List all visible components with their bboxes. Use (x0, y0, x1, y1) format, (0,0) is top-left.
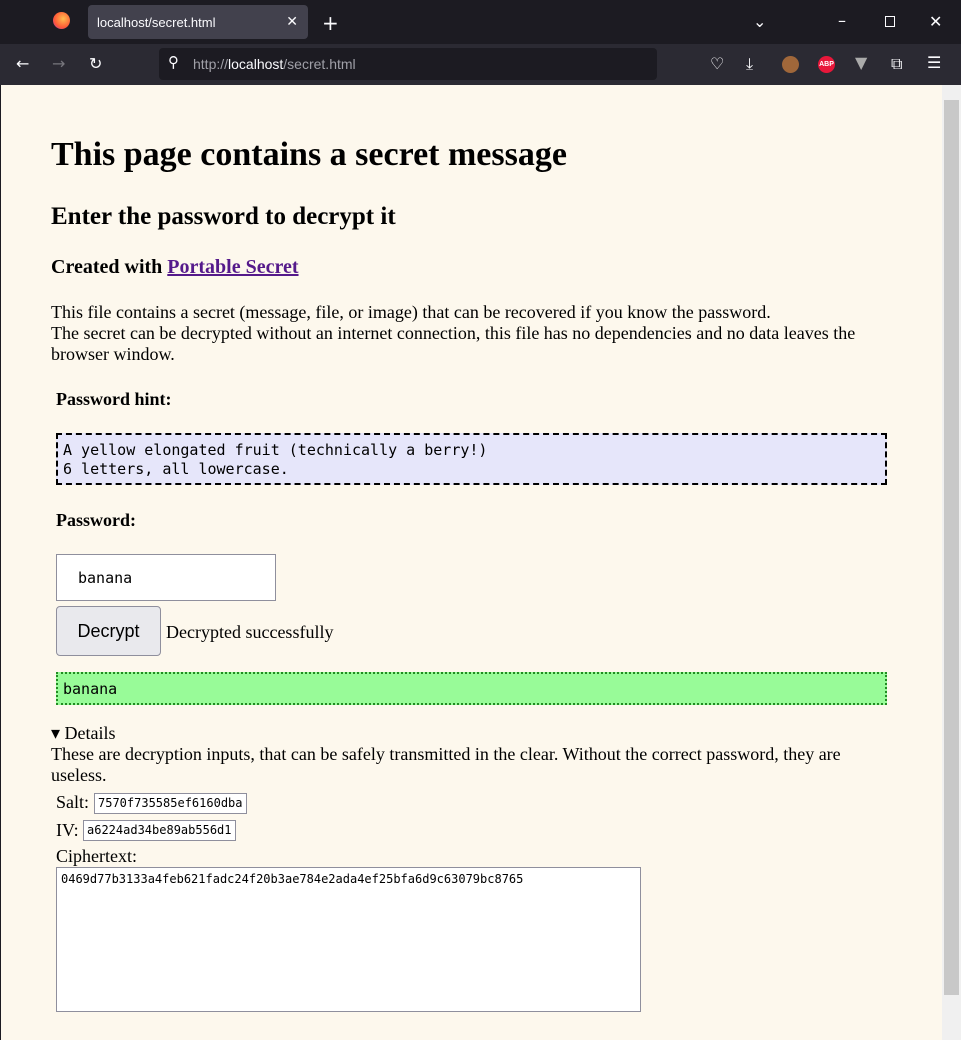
intro-text: This file contains a secret (message, fi… (51, 302, 891, 365)
intro-line-1: This file contains a secret (message, fi… (51, 302, 771, 322)
salt-field[interactable]: 7570f735585ef6160dba (94, 793, 247, 814)
portable-secret-link[interactable]: Portable Secret (167, 256, 298, 278)
password-label: Password: (56, 510, 136, 530)
close-window-icon[interactable]: ✕ (929, 12, 942, 31)
decrypted-output: banana (56, 672, 887, 705)
intro-line-2: The secret can be decrypted without an i… (51, 323, 856, 364)
url-path: /secret.html (283, 56, 356, 72)
back-icon[interactable]: ← (16, 54, 29, 73)
url-prefix: http:// (193, 56, 229, 72)
password-input[interactable]: banana (56, 554, 276, 601)
created-with-text: Created with (51, 256, 163, 278)
decrypt-button[interactable]: Decrypt (56, 606, 161, 656)
url-bar[interactable]: ⚲ http://localhost/secret.html (159, 48, 657, 80)
maximize-icon[interactable] (885, 16, 895, 27)
url-host: localhost (228, 56, 284, 72)
list-tabs-icon[interactable]: ⌄ (753, 12, 766, 31)
page-title: This page contains a secret message (51, 136, 567, 173)
reload-icon[interactable]: ↻ (89, 54, 102, 73)
minimize-icon[interactable]: – (838, 11, 846, 30)
details-text: These are decryption inputs, that can be… (51, 744, 841, 785)
new-tab-icon[interactable]: + (322, 11, 339, 35)
tab-title: localhost/secret.html (97, 15, 216, 30)
password-hint: A yellow elongated fruit (technically a … (56, 433, 887, 485)
page-subtitle: Enter the password to decrypt it (51, 203, 396, 230)
pocket-icon[interactable]: ♡ (710, 54, 724, 73)
details-toggle[interactable]: ▾ Details (51, 723, 891, 744)
tab-active[interactable]: localhost/secret.html ✕ (88, 5, 308, 39)
created-with: Created with Portable Secret (51, 256, 299, 279)
adblock-icon[interactable]: ABP (818, 56, 835, 73)
extension-v-icon[interactable]: ▼ (855, 53, 867, 72)
extensions-icon[interactable]: ⧉ (891, 54, 902, 74)
cookie-extension-icon[interactable] (782, 56, 799, 73)
status-text: Decrypted successfully (166, 622, 334, 642)
menu-icon[interactable]: ☰ (927, 53, 941, 72)
iv-label: IV: (56, 820, 79, 840)
iv-field[interactable]: a6224ad34be89ab556d1 (83, 820, 236, 841)
download-icon[interactable]: ⤓ (746, 54, 753, 74)
hint-label: Password hint: (56, 389, 172, 409)
scrollbar-thumb[interactable] (944, 100, 959, 995)
firefox-icon (53, 12, 70, 29)
ciphertext-label: Ciphertext: (56, 846, 137, 866)
forward-icon[interactable]: → (52, 54, 65, 73)
search-icon: ⚲ (168, 53, 179, 71)
salt-label: Salt: (56, 792, 90, 812)
ciphertext-textarea[interactable]: 0469d77b3133a4feb621fadc24f20b3ae784e2ad… (56, 867, 641, 1012)
close-tab-icon[interactable]: ✕ (286, 13, 298, 30)
